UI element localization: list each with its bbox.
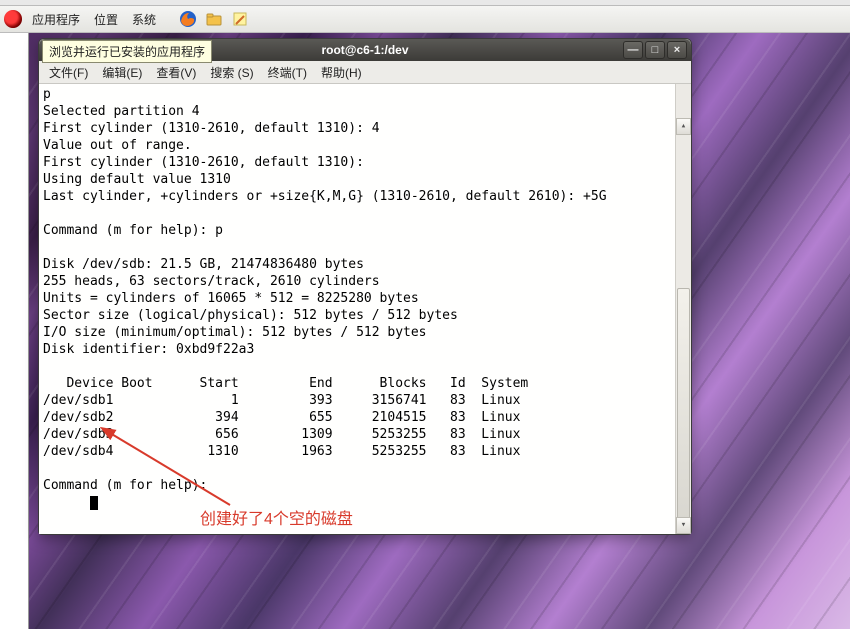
note-icon[interactable] bbox=[230, 9, 250, 29]
annotation-text: 创建好了4个空的磁盘 bbox=[200, 505, 353, 529]
panel-apps-menu[interactable]: 应用程序 bbox=[28, 11, 84, 28]
redhat-logo-icon bbox=[4, 10, 22, 28]
terminal-output[interactable]: p Selected partition 4 First cylinder (1… bbox=[39, 84, 691, 534]
panel-system-menu[interactable]: 系统 bbox=[128, 11, 160, 28]
menu-file[interactable]: 文件(F) bbox=[43, 62, 94, 83]
gnome-top-panel: 应用程序 位置 系统 bbox=[0, 6, 850, 33]
menu-terminal[interactable]: 终端(T) bbox=[262, 62, 313, 83]
scrollbar-down-icon[interactable]: ▾ bbox=[676, 517, 691, 534]
window-close-button[interactable]: × bbox=[667, 41, 687, 59]
terminal-scrollbar[interactable]: ▴ ▾ bbox=[675, 84, 691, 534]
terminal-menubar: 文件(F) 编辑(E) 查看(V) 搜索 (S) 终端(T) 帮助(H) bbox=[39, 61, 691, 84]
scrollbar-thumb[interactable] bbox=[677, 288, 690, 520]
desktop-viewport: root@c6-1:/dev — □ × 文件(F) 编辑(E) 查看(V) 搜… bbox=[0, 33, 850, 629]
menu-help[interactable]: 帮助(H) bbox=[315, 62, 368, 83]
panel-places-menu[interactable]: 位置 bbox=[90, 11, 122, 28]
tooltip: 浏览并运行已安装的应用程序 bbox=[42, 40, 212, 63]
window-minimize-button[interactable]: — bbox=[623, 41, 643, 59]
firefox-icon[interactable] bbox=[178, 9, 198, 29]
terminal-window: root@c6-1:/dev — □ × 文件(F) 编辑(E) 查看(V) 搜… bbox=[38, 38, 692, 535]
terminal-cursor bbox=[90, 496, 98, 510]
menu-edit[interactable]: 编辑(E) bbox=[96, 62, 148, 83]
window-maximize-button[interactable]: □ bbox=[645, 41, 665, 59]
left-frame-edge bbox=[0, 33, 29, 629]
folder-icon[interactable] bbox=[204, 9, 224, 29]
menu-search[interactable]: 搜索 (S) bbox=[204, 62, 259, 83]
menu-view[interactable]: 查看(V) bbox=[150, 62, 202, 83]
